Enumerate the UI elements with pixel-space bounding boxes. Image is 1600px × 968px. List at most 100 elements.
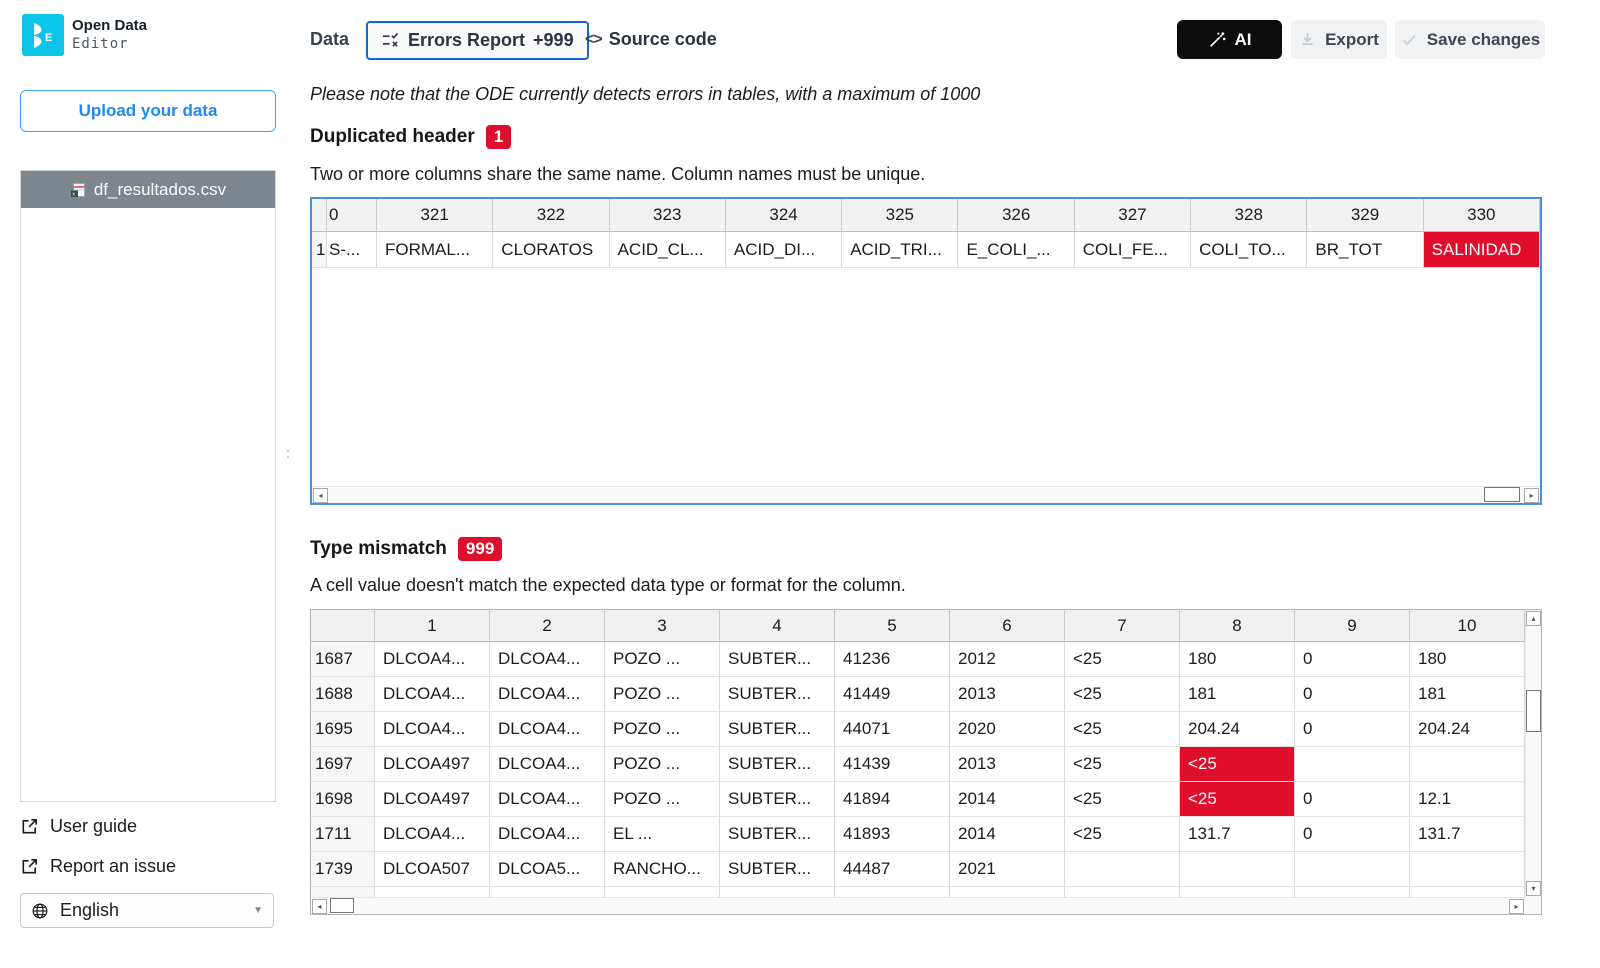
save-changes-button[interactable]: Save changes: [1395, 20, 1545, 59]
vertical-scrollbar[interactable]: [1525, 610, 1541, 897]
grid-cell[interactable]: SUBTER...: [720, 642, 835, 677]
grid-cell[interactable]: 2012: [950, 642, 1065, 677]
grid-cell[interactable]: COLI_TO...: [1191, 232, 1307, 268]
grid-cell[interactable]: CLORATOS: [493, 232, 609, 268]
grid-cell[interactable]: SUBTER...: [720, 677, 835, 712]
column-header[interactable]: 323: [610, 199, 726, 232]
column-header[interactable]: 10: [1410, 610, 1525, 642]
grid-cell[interactable]: 204.24: [1180, 712, 1295, 747]
grid-cell[interactable]: BR_TOT: [1307, 232, 1423, 268]
grid-cell[interactable]: 0: [1295, 782, 1410, 817]
row-number[interactable]: 1695: [311, 712, 375, 747]
grid-cell[interactable]: FORMAL...: [377, 232, 493, 268]
grid-cell[interactable]: ACID_DI...: [726, 232, 842, 268]
grid-cell[interactable]: 44487: [835, 852, 950, 887]
column-header[interactable]: 328: [1191, 199, 1307, 232]
grid-cell[interactable]: SUBTER...: [720, 852, 835, 887]
scrollbar-thumb[interactable]: [1526, 690, 1541, 732]
grid-cell[interactable]: 0: [1295, 712, 1410, 747]
grid-cell[interactable]: 2021: [950, 852, 1065, 887]
grid-cell[interactable]: 41894: [835, 782, 950, 817]
grid-cell[interactable]: DLCOA4...: [490, 747, 605, 782]
column-header[interactable]: 326: [958, 199, 1074, 232]
grid-cell[interactable]: ACID_CL...: [610, 232, 726, 268]
column-header[interactable]: 1: [375, 610, 490, 642]
grid-cell[interactable]: POZO ...: [605, 642, 720, 677]
export-button[interactable]: Export: [1291, 20, 1387, 59]
scroll-down-arrow[interactable]: [1526, 881, 1541, 896]
grid-cell[interactable]: 2014: [950, 817, 1065, 852]
grid-cell[interactable]: RANCHO...: [605, 852, 720, 887]
column-header[interactable]: 324: [726, 199, 842, 232]
grid-cell[interactable]: <25: [1065, 642, 1180, 677]
grid-cell[interactable]: POZO ...: [605, 677, 720, 712]
error-cell[interactable]: SALINIDAD: [1424, 232, 1540, 268]
grid-cell[interactable]: <25: [1065, 782, 1180, 817]
grid-cell[interactable]: [1295, 852, 1410, 887]
scrollbar-thumb[interactable]: [330, 898, 354, 913]
grid-cell[interactable]: 180: [1410, 642, 1525, 677]
sidebar-resize-handle[interactable]: [284, 448, 292, 476]
column-header[interactable]: 0: [327, 199, 377, 232]
grid-cell[interactable]: 41439: [835, 747, 950, 782]
tab-source-code[interactable]: <> Source code: [585, 29, 717, 50]
error-cell[interactable]: <25: [1180, 747, 1295, 782]
scroll-right-arrow[interactable]: [1524, 488, 1539, 503]
grid-cell[interactable]: DLCOA4...: [490, 817, 605, 852]
column-header[interactable]: 330: [1424, 199, 1540, 232]
grid-cell[interactable]: DLCOA507: [375, 852, 490, 887]
grid-cell[interactable]: DLCOA4...: [490, 782, 605, 817]
column-header[interactable]: 3: [605, 610, 720, 642]
row-number[interactable]: 1687: [311, 642, 375, 677]
row-number[interactable]: 1: [312, 232, 327, 268]
grid-cell[interactable]: 2020: [950, 712, 1065, 747]
grid-cell[interactable]: DLCOA4...: [375, 642, 490, 677]
scroll-left-arrow[interactable]: [313, 488, 328, 503]
grid-cell[interactable]: 180: [1180, 642, 1295, 677]
horizontal-scrollbar[interactable]: [312, 486, 1540, 503]
grid-cell[interactable]: 181: [1410, 677, 1525, 712]
grid-cell[interactable]: SUBTER...: [720, 712, 835, 747]
grid-cell[interactable]: DLCOA4...: [490, 677, 605, 712]
grid-cell[interactable]: 2013: [950, 677, 1065, 712]
grid-cell[interactable]: ACID_TRI...: [842, 232, 958, 268]
grid-cell[interactable]: <25: [1065, 747, 1180, 782]
language-select[interactable]: English ▼: [20, 893, 274, 928]
grid-cell[interactable]: 204.24: [1410, 712, 1525, 747]
grid-cell[interactable]: [1295, 747, 1410, 782]
column-header[interactable]: 329: [1307, 199, 1423, 232]
row-number[interactable]: 1739: [311, 852, 375, 887]
column-header[interactable]: 8: [1180, 610, 1295, 642]
column-header[interactable]: 321: [377, 199, 493, 232]
grid-cell[interactable]: 131.7: [1180, 817, 1295, 852]
grid-cell[interactable]: <25: [1065, 712, 1180, 747]
column-header[interactable]: 4: [720, 610, 835, 642]
column-header[interactable]: 6: [950, 610, 1065, 642]
grid-cell[interactable]: 44071: [835, 712, 950, 747]
horizontal-scrollbar[interactable]: [311, 897, 1525, 914]
column-header[interactable]: 9: [1295, 610, 1410, 642]
grid-cell[interactable]: DLCOA4...: [490, 642, 605, 677]
grid-cell[interactable]: [1410, 747, 1525, 782]
row-number[interactable]: 1698: [311, 782, 375, 817]
grid-cell[interactable]: POZO ...: [605, 712, 720, 747]
grid-cell[interactable]: SUBTER...: [720, 782, 835, 817]
grid-cell[interactable]: 131.7: [1410, 817, 1525, 852]
ai-button[interactable]: AI: [1177, 20, 1282, 59]
tab-data[interactable]: Data: [310, 29, 349, 50]
column-header[interactable]: 325: [842, 199, 958, 232]
grid-cell[interactable]: 2014: [950, 782, 1065, 817]
grid-cell[interactable]: DLCOA4...: [490, 712, 605, 747]
grid-cell[interactable]: <25: [1065, 817, 1180, 852]
column-header[interactable]: 5: [835, 610, 950, 642]
upload-data-button[interactable]: Upload your data: [20, 90, 276, 132]
row-number[interactable]: 1697: [311, 747, 375, 782]
grid-cell[interactable]: 41893: [835, 817, 950, 852]
grid-cell[interactable]: [1410, 852, 1525, 887]
file-item-selected[interactable]: x df_resultados.csv: [21, 171, 275, 208]
grid-cell[interactable]: COLI_FE...: [1075, 232, 1191, 268]
row-number[interactable]: 1711: [311, 817, 375, 852]
grid-cell[interactable]: DLCOA4...: [375, 677, 490, 712]
grid-cell[interactable]: DLCOA497: [375, 782, 490, 817]
grid-cell[interactable]: 2013: [950, 747, 1065, 782]
